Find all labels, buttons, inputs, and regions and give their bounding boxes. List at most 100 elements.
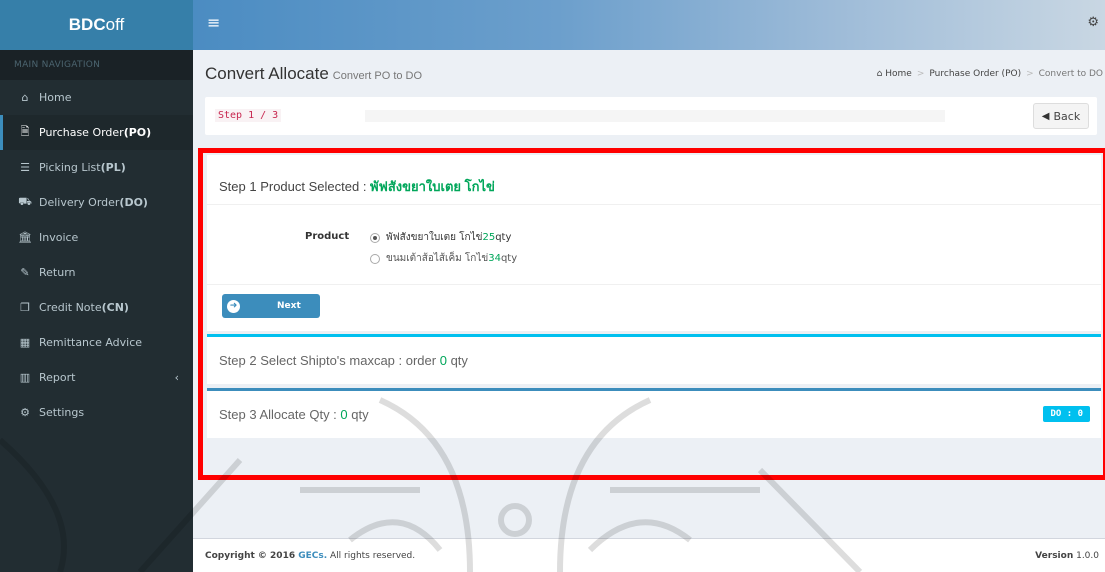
step2-title: Step 2 Select Shipto's maxcap : order 0 … [219, 353, 468, 368]
sidebar-item-picking-list[interactable]: ☰ Picking List (PL) [0, 150, 193, 185]
sidebar-item-label: Settings [39, 406, 85, 419]
breadcrumb: ⌂ Home > Purchase Order (PO) > Convert to DO [877, 69, 1103, 79]
version-value: 1.0.0 [1073, 551, 1099, 561]
edit-icon: ✎ [20, 266, 30, 279]
document-icon: 🗎 [20, 125, 30, 138]
product-field-label: Product [305, 231, 350, 242]
sidebar-item-remittance-advice[interactable]: ▦ Remittance Advice [0, 325, 193, 360]
breadcrumb-separator: > [1026, 69, 1034, 79]
step-progress-track [365, 110, 945, 122]
version: Version 1.0.0 [1035, 551, 1099, 561]
nav-header: MAIN NAVIGATION [0, 50, 193, 80]
product-option-unit: qty [495, 232, 512, 243]
sidebar-item-label: Delivery Order [39, 196, 120, 209]
step2-unit: qty [446, 353, 468, 368]
sidebar-item-delivery-order[interactable]: ⛟ Delivery Order (DO) [0, 185, 193, 220]
page-title-text: Convert Allocate [205, 64, 329, 83]
copyright-suffix: All rights reserved. [327, 551, 416, 561]
content-header: Convert Allocate Convert PO to DO ⌂ Home >… [193, 50, 1105, 94]
sidebar-item-label: Purchase Order [39, 126, 124, 139]
step2-qty: 0 [439, 353, 447, 368]
page-subtitle: Convert PO to DO [332, 70, 423, 82]
product-option-name: พัฟสังขยาใบเตย โกไข่ [386, 232, 483, 243]
breadcrumb-purchase-order[interactable]: Purchase Order (PO) [929, 69, 1021, 79]
copy-icon: ❐ [20, 301, 30, 314]
product-option-qty: 34 [488, 253, 501, 264]
sidebar-item-credit-note[interactable]: ❐ Credit Note (CN) [0, 290, 193, 325]
sidebar-item-label: Home [39, 91, 72, 104]
sidebar-item-label: Return [39, 266, 76, 279]
step3-box[interactable]: Step 3 Allocate Qty : 0 qty DO : 0 [207, 388, 1101, 438]
app-logo[interactable]: BDC off [0, 0, 193, 50]
version-label: Version [1035, 551, 1074, 561]
do-count-badge: DO : 0 [1043, 406, 1090, 422]
product-option-1[interactable]: พัฟสังขยาใบเตย โกไข่ 25 qty [370, 230, 511, 245]
sidebar-item-purchase-order[interactable]: 🗎 Purchase Order (PO) [0, 115, 193, 150]
chevron-left-circle-icon: ◀ [1041, 110, 1050, 122]
sidebar-item-label: Invoice [39, 231, 79, 244]
sidebar-item-invoice[interactable]: 🏛 Invoice [0, 220, 193, 255]
sidebar-item-abbrev: (CN) [101, 301, 129, 314]
breadcrumb-separator: > [916, 69, 925, 79]
home-icon: ⌂ [21, 91, 29, 104]
brand-link[interactable]: GECs. [298, 551, 327, 561]
sidebar-item-return[interactable]: ✎ Return [0, 255, 193, 290]
breadcrumb-home[interactable]: Home [885, 69, 912, 79]
sidebar-item-abbrev: (PL) [100, 161, 126, 174]
radio-unselected-icon[interactable] [370, 253, 380, 264]
step1-box: Step 1 Product Selected : พัฟสังขยาใบเตย… [207, 155, 1101, 331]
step3-qty: 0 [340, 407, 348, 422]
step3-title-text: Step 3 Allocate Qty : [219, 407, 341, 422]
sidebar-item-label: Credit Note [39, 301, 102, 314]
back-button-label: Back [1053, 109, 1081, 123]
sidebar-item-home[interactable]: ⌂ Home [0, 80, 193, 115]
copyright: Copyright © 2016 GECs. All rights reserv… [205, 551, 415, 561]
truck-icon: ⛟ [18, 195, 32, 208]
step2-title-text: Step 2 Select Shipto's maxcap : order [219, 353, 440, 368]
chevron-left-icon: ‹ [174, 371, 179, 384]
radio-selected-icon[interactable] [370, 232, 380, 243]
breadcrumb-current: Convert to DO [1038, 69, 1103, 79]
home-icon: ⌂ [876, 69, 883, 79]
bar-chart-icon: ▥ [19, 371, 31, 384]
product-option-name: ขนมเต้าส้อไส้เค็ม โกไข่ [386, 253, 489, 264]
sidebar: BDC off MAIN NAVIGATION ⌂ Home 🗎 Purchase Or… [0, 0, 193, 572]
sidebar-item-abbrev: (DO) [119, 196, 148, 209]
next-button[interactable]: ➜ Next [222, 294, 320, 318]
page-title: Convert Allocate Convert PO to DO [205, 64, 422, 84]
step-progress-bar: Step 1 / 3 ◀ Back [205, 97, 1097, 135]
arrow-right-circle-icon: ➜ [227, 299, 240, 313]
divider [207, 284, 1101, 285]
settings-gears-icon[interactable]: ⚙ [1087, 15, 1099, 30]
bank-icon: 🏛 [18, 231, 32, 244]
copyright-prefix: Copyright © 2016 [205, 551, 299, 561]
step1-title: Step 1 Product Selected : พัฟสังขยาใบเตย… [219, 176, 495, 197]
sidebar-item-report[interactable]: ▥ Report ‹ [0, 360, 193, 395]
menu-toggle-icon[interactable]: ≡ [207, 13, 220, 32]
sidebar-item-label: Picking List [39, 161, 101, 174]
divider [207, 204, 1101, 205]
step1-title-prefix: Step 1 Product Selected : [219, 179, 371, 194]
step-indicator: Step 1 / 3 [215, 109, 282, 122]
nav-list: ⌂ Home 🗎 Purchase Order (PO) ☰ Picking List (… [0, 80, 193, 430]
step3-title: Step 3 Allocate Qty : 0 qty [219, 407, 369, 422]
product-option-qty: 25 [482, 232, 496, 243]
list-icon: ☰ [20, 161, 30, 174]
next-button-label: Next [277, 301, 301, 311]
back-button[interactable]: ◀ Back [1033, 103, 1089, 129]
calendar-icon: ▦ [19, 336, 31, 349]
sidebar-item-label: Remittance Advice [39, 336, 143, 349]
step3-unit: qty [347, 407, 369, 422]
product-option-2[interactable]: ขนมเต้าส้อไส้เค็ม โกไข่ 34 qty [370, 251, 517, 266]
footer: Copyright © 2016 GECs. All rights reserv… [193, 538, 1105, 572]
step2-box[interactable]: Step 2 Select Shipto's maxcap : order 0 … [207, 334, 1101, 384]
sidebar-item-settings[interactable]: ⚙ Settings [0, 395, 193, 430]
logo-light-text: off [105, 15, 125, 34]
step1-selected-product: พัฟสังขยาใบเตย โกไข่ [370, 179, 495, 194]
cogs-icon: ⚙ [20, 406, 30, 419]
sidebar-item-abbrev: (PO) [123, 126, 152, 139]
top-navbar: ≡ ⚙ [193, 0, 1105, 50]
sidebar-item-label: Report [39, 371, 76, 384]
logo-bold-text: BDC [68, 15, 106, 34]
product-option-unit: qty [500, 253, 518, 264]
